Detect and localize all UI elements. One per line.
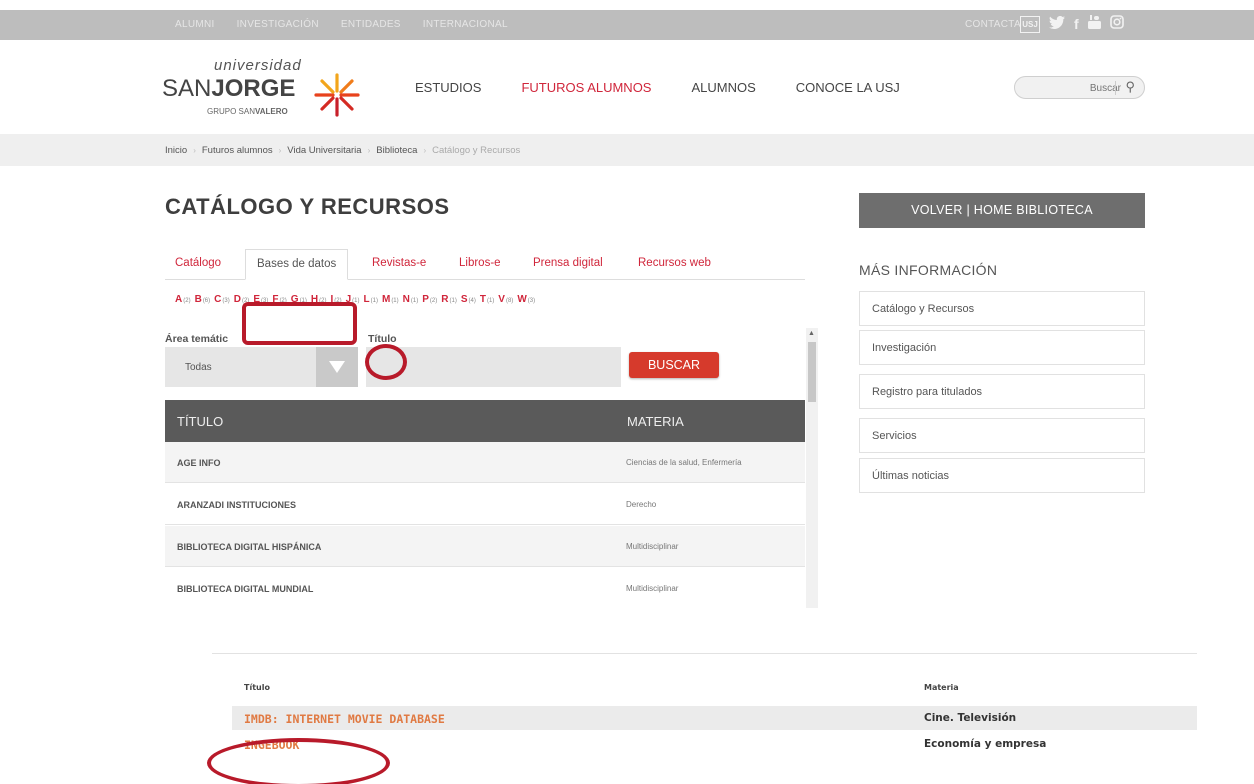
chevron-down-icon[interactable]	[316, 347, 358, 387]
chevron-right-icon: ›	[193, 146, 196, 155]
tab-bases-de-datos[interactable]: Bases de datos	[245, 249, 349, 280]
star-logo-icon	[314, 73, 360, 117]
table-scrollbar[interactable]: ▲	[806, 328, 818, 608]
row-title[interactable]: ARANZADI INSTITUCIONES	[177, 500, 296, 510]
search-icon[interactable]: ⚲	[1125, 79, 1135, 95]
facebook-icon[interactable]: f	[1074, 14, 1079, 34]
annotation-circle	[365, 344, 407, 380]
row-subject: Cine. Televisión	[924, 712, 1017, 724]
letter-link[interactable]: B(6)	[195, 294, 211, 305]
letter-link[interactable]: W(3)	[517, 294, 535, 305]
second-col-titulo: Título	[244, 683, 270, 692]
tab-prensa-digital[interactable]: Prensa digital	[533, 249, 603, 280]
sidebar-link-servicios[interactable]: Servicios	[859, 418, 1145, 453]
mas-informacion-heading: MÁS INFORMACIÓN	[859, 262, 998, 278]
table-header: TÍTULO MATERIA	[165, 400, 805, 442]
sidebar-link-catalogo[interactable]: Catálogo y Recursos	[859, 291, 1145, 326]
nav-conoce-usj[interactable]: CONOCE LA USJ	[796, 80, 900, 95]
main-nav: ESTUDIOS FUTUROS ALUMNOS ALUMNOS CONOCE …	[415, 80, 940, 95]
usj-logo[interactable]: universidad SANJORGE GRUPO SANVALERO	[162, 55, 402, 127]
row-subject: Economía y empresa	[924, 738, 1047, 750]
letter-link[interactable]: C(3)	[214, 294, 230, 305]
second-col-materia: Materia	[924, 683, 959, 692]
tab-catalogo[interactable]: Catálogo	[175, 249, 221, 280]
letter-link[interactable]: R(1)	[441, 294, 457, 305]
col-titulo[interactable]: TÍTULO	[177, 414, 223, 429]
tab-libros-e[interactable]: Libros-e	[459, 249, 501, 280]
letter-link[interactable]: S(4)	[461, 294, 476, 305]
chevron-right-icon: ›	[367, 146, 371, 155]
page-title: CATÁLOGO Y RECURSOS	[165, 194, 450, 219]
area-select-value: Todas	[185, 362, 212, 373]
scrollbar-thumb[interactable]	[808, 342, 816, 402]
crumb-inicio[interactable]: Inicio	[165, 145, 187, 156]
letter-link[interactable]: L(1)	[364, 294, 378, 305]
breadcrumb: Inicio › Futuros alumnos › Vida Universi…	[165, 145, 520, 156]
instagram-icon[interactable]	[1109, 14, 1124, 34]
top-link-alumni[interactable]: ALUMNI	[175, 19, 215, 30]
annotation-oval	[207, 738, 390, 784]
row-title[interactable]: BIBLIOTECA DIGITAL MUNDIAL	[177, 584, 313, 594]
letter-link[interactable]: V(8)	[498, 294, 513, 305]
chevron-right-icon: ›	[423, 146, 427, 155]
scroll-up-icon[interactable]: ▲	[808, 330, 815, 337]
sidebar-link-ultimas-noticias[interactable]: Últimas noticias	[859, 458, 1145, 493]
tab-revistas-e[interactable]: Revistas-e	[372, 249, 426, 280]
sidebar-link-registro[interactable]: Registro para titulados	[859, 374, 1145, 409]
row-subject: Multidisciplinar	[626, 542, 679, 551]
search-box: ⚲	[1014, 76, 1145, 99]
logo-sanjorge: SANJORGE	[162, 75, 296, 102]
row-subject: Multidisciplinar	[626, 584, 679, 593]
sidebar-link-investigacion[interactable]: Investigación	[859, 330, 1145, 365]
volver-home-biblioteca-button[interactable]: VOLVER | HOME BIBLIOTECA	[859, 193, 1145, 228]
tab-recursos-web[interactable]: Recursos web	[638, 249, 711, 280]
second-table-divider	[212, 653, 1197, 654]
nav-estudios[interactable]: ESTUDIOS	[415, 80, 481, 95]
contact-link[interactable]: CONTACTA	[965, 19, 1021, 30]
chevron-right-icon: ›	[278, 146, 282, 155]
table-row[interactable]: IMDB: INTERNET MOVIE DATABASE Cine. Tele…	[232, 706, 1197, 731]
top-link-internacional[interactable]: INTERNACIONAL	[423, 19, 508, 30]
letter-link[interactable]: N(1)	[403, 294, 419, 305]
logo-grupo: GRUPO SANVALERO	[207, 107, 288, 116]
usj-icon[interactable]: USJ	[1020, 15, 1040, 33]
top-link-entidades[interactable]: ENTIDADES	[341, 19, 401, 30]
letter-link[interactable]: A(2)	[175, 294, 191, 305]
row-title-link[interactable]: IMDB: INTERNET MOVIE DATABASE	[244, 712, 445, 726]
letter-link[interactable]: P(2)	[422, 294, 437, 305]
top-link-investigacion[interactable]: INVESTIGACIÓN	[237, 19, 319, 30]
top-nav: ALUMNI INVESTIGACIÓN ENTIDADES INTERNACI…	[175, 19, 508, 30]
row-subject: Derecho	[626, 500, 657, 509]
annotation-rectangle	[242, 302, 357, 345]
area-select[interactable]: Todas	[165, 347, 358, 387]
crumb-vida-universitaria[interactable]: Vida Universitaria	[287, 145, 361, 156]
youtube-icon[interactable]	[1087, 14, 1101, 34]
table-row[interactable]: BIBLIOTECA DIGITAL MUNDIAL Multidiscipli…	[165, 568, 805, 608]
search-input[interactable]	[1021, 80, 1121, 96]
buscar-button[interactable]: BUSCAR	[629, 352, 719, 378]
letter-link[interactable]: M(1)	[382, 294, 399, 305]
row-title[interactable]: BIBLIOTECA DIGITAL HISPÁNICA	[177, 542, 321, 552]
logo-universidad: universidad	[214, 57, 302, 74]
table-row[interactable]: ARANZADI INSTITUCIONES Derecho	[165, 484, 805, 525]
crumb-futuros-alumnos[interactable]: Futuros alumnos	[202, 145, 273, 156]
row-subject: Ciencias de la salud, Enfermería	[626, 458, 742, 467]
letter-link[interactable]: T(1)	[480, 294, 494, 305]
row-title[interactable]: AGE INFO	[177, 458, 221, 468]
area-label: Área temátic	[165, 333, 229, 345]
twitter-icon[interactable]	[1049, 14, 1065, 34]
table-row[interactable]: BIBLIOTECA DIGITAL HISPÁNICA Multidiscip…	[165, 526, 805, 567]
search-divider	[1115, 81, 1116, 95]
social-icons: USJ f	[1020, 14, 1124, 34]
table-row[interactable]: AGE INFO Ciencias de la salud, Enfermerí…	[165, 442, 805, 483]
crumb-biblioteca[interactable]: Biblioteca	[376, 145, 417, 156]
col-materia[interactable]: MATERIA	[627, 414, 684, 429]
nav-futuros-alumnos[interactable]: FUTUROS ALUMNOS	[521, 80, 651, 95]
nav-alumnos[interactable]: ALUMNOS	[691, 80, 755, 95]
crumb-current: Catálogo y Recursos	[432, 145, 521, 156]
